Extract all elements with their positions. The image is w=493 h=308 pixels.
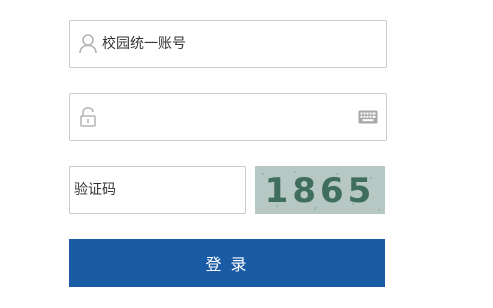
user-icon <box>74 21 102 67</box>
password-input[interactable] <box>102 94 352 140</box>
captcha-field-box <box>69 166 246 214</box>
password-field-box <box>69 93 387 141</box>
captcha-image[interactable]: 1865 <box>255 166 385 214</box>
login-form: 1865 登 录 <box>0 0 493 308</box>
captcha-text: 1865 <box>265 171 376 211</box>
keyboard-icon[interactable] <box>358 108 378 126</box>
username-field-box <box>69 20 387 68</box>
lock-icon <box>74 94 102 140</box>
username-input[interactable] <box>102 21 372 67</box>
login-button[interactable]: 登 录 <box>69 239 385 287</box>
captcha-input[interactable] <box>74 167 240 213</box>
